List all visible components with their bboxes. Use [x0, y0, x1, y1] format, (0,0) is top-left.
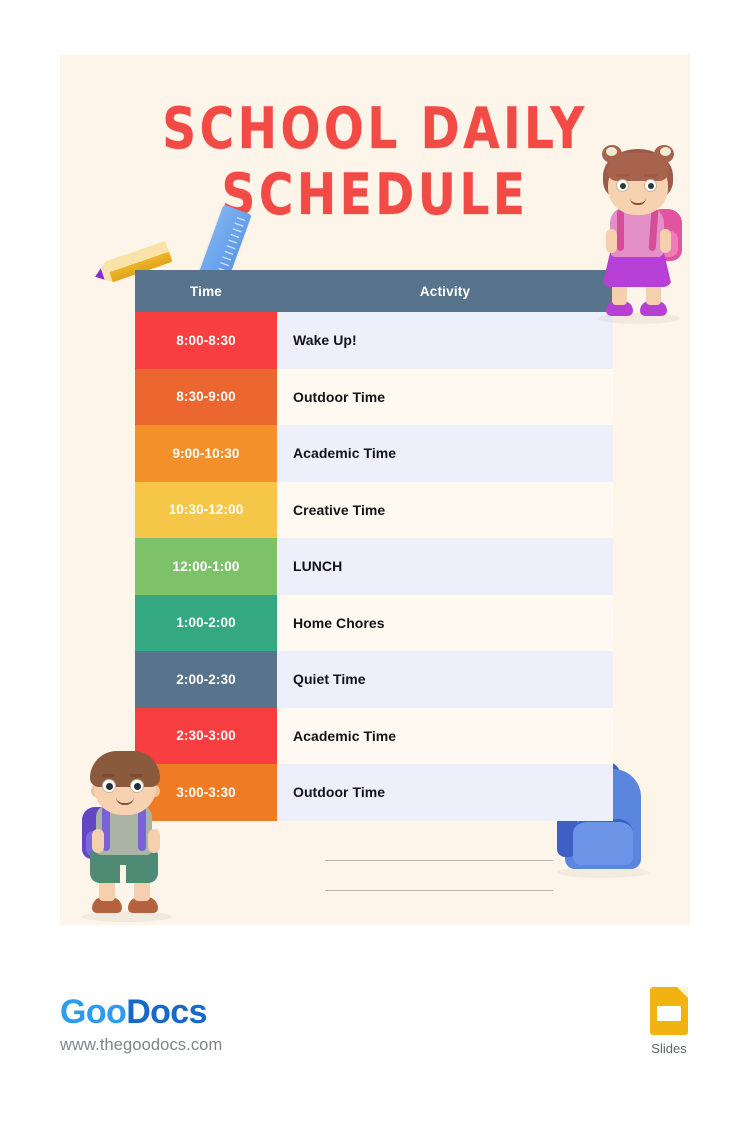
girl-strap-left: [617, 209, 624, 251]
girl-arm-right: [660, 229, 671, 253]
girl-pupil-left: [620, 183, 626, 189]
girl-bow-left: [606, 147, 617, 156]
girl-student-illustration: [588, 143, 690, 324]
cell-time: 12:00-1:00: [135, 538, 277, 595]
table-row[interactable]: 8:00-8:30 Wake Up!: [135, 312, 613, 369]
cell-time: 9:00-10:30: [135, 425, 277, 482]
note-line: [325, 860, 553, 861]
cell-time: 2:00-2:30: [135, 651, 277, 708]
schedule-table: Time Activity 8:00-8:30 Wake Up! 8:30-9:…: [135, 270, 613, 821]
google-slides-badge[interactable]: Slides: [645, 987, 693, 1056]
column-header-activity: Activity: [419, 283, 471, 299]
note-lines: [325, 860, 553, 891]
cell-activity: Outdoor Time: [277, 368, 613, 425]
brand-url[interactable]: www.thegoodocs.com: [60, 1036, 222, 1055]
schedule-card: SCHOOL DAILY SCHEDULE Time Activity 8:00…: [60, 55, 690, 925]
table-row[interactable]: 3:00-3:30 Outdoor Time: [135, 764, 613, 821]
goodocs-logo: GooDocs: [60, 993, 222, 1031]
cell-activity: Outdoor Time: [277, 764, 613, 821]
cell-activity: Home Chores: [277, 594, 613, 651]
boy-hair: [90, 751, 160, 787]
note-line: [325, 890, 553, 891]
cell-time: 1:00-2:00: [135, 594, 277, 651]
slides-icon: [650, 987, 688, 1035]
boy-pupil-left: [106, 783, 113, 790]
cell-activity: Creative Time: [277, 481, 613, 538]
table-row[interactable]: 9:00-10:30 Academic Time: [135, 425, 613, 482]
cell-activity: LUNCH: [277, 538, 613, 595]
table-row[interactable]: 8:30-9:00 Outdoor Time: [135, 368, 613, 425]
table-row[interactable]: 2:00-2:30 Quiet Time: [135, 651, 613, 708]
goodocs-branding[interactable]: GooDocs www.thegoodocs.com: [60, 993, 222, 1055]
girl-arm-left: [606, 229, 617, 253]
boy-eyebrow-left: [102, 774, 115, 777]
cell-activity: Wake Up!: [277, 312, 613, 369]
cell-time: 10:30-12:00: [135, 481, 277, 538]
cell-activity: Academic Time: [277, 707, 613, 764]
cell-time: 8:30-9:00: [135, 368, 277, 425]
table-row[interactable]: 2:30-3:00 Academic Time: [135, 707, 613, 764]
table-header-row: Time Activity: [135, 270, 613, 312]
girl-bow-right: [660, 147, 671, 156]
slides-icon-folded-corner: [677, 987, 688, 998]
slides-icon-screen: [657, 1006, 681, 1021]
boy-pupil-right: [134, 783, 141, 790]
table-row[interactable]: 1:00-2:00 Home Chores: [135, 594, 613, 651]
girl-pupil-right: [648, 183, 654, 189]
boy-student-illustration: [70, 745, 190, 922]
brand-text-docs: Docs: [126, 993, 207, 1031]
cell-activity: Quiet Time: [277, 651, 613, 708]
boy-arm-right: [148, 829, 160, 853]
brand-text-goo: Goo: [60, 993, 127, 1031]
table-row[interactable]: 10:30-12:00 Creative Time: [135, 481, 613, 538]
cell-activity: Academic Time: [277, 425, 613, 482]
column-header-time: Time: [189, 283, 223, 299]
girl-eyebrow-left: [616, 174, 629, 177]
backpack-pocket: [573, 819, 633, 865]
page-root: SCHOOL DAILY SCHEDULE Time Activity 8:00…: [0, 0, 750, 1144]
boy-eyebrow-right: [130, 774, 143, 777]
boy-arm-left: [92, 829, 104, 853]
table-row[interactable]: 12:00-1:00 LUNCH: [135, 538, 613, 595]
cell-time: 8:00-8:30: [135, 312, 277, 369]
slides-label: Slides: [651, 1041, 687, 1056]
girl-eyebrow-right: [644, 174, 657, 177]
footer: GooDocs www.thegoodocs.com Slides: [0, 965, 750, 1095]
